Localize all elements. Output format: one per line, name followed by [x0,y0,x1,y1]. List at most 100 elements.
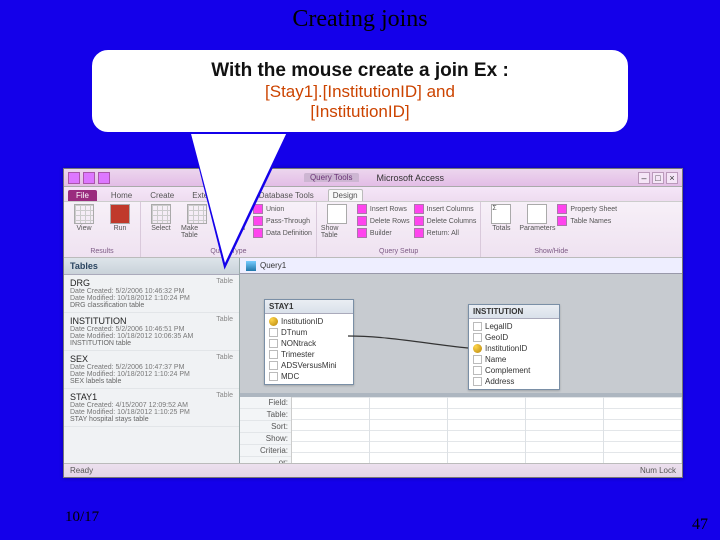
navigation-pane[interactable]: Tables TableDRGDate Created: 5/2/2006 10… [64,258,240,463]
ribbon: View Run Results Select Make Table Appen… [64,202,682,258]
return-button[interactable]: Return: All [414,228,477,238]
minimize-button[interactable]: – [638,172,650,184]
work-area: Tables TableDRGDate Created: 5/2/2006 10… [64,258,682,463]
status-ready: Ready [70,466,93,475]
grid-col[interactable] [604,397,682,463]
field-icon [473,333,482,342]
grid-col[interactable] [526,397,604,463]
save-icon[interactable] [83,172,95,184]
status-numlock: Num Lock [640,466,676,475]
union-button[interactable]: Union [253,204,312,214]
group-label-showhide: Show/Hide [485,247,617,255]
passthrough-button[interactable]: Pass-Through [253,216,312,226]
insertrows-button[interactable]: Insert Rows [357,204,410,214]
ribbon-group-results: View Run Results [64,202,141,257]
grid-row-label: Criteria: [240,445,291,457]
access-app-window: Query Tools Microsoft Access – □ × File … [63,168,683,478]
grid-col[interactable] [448,397,526,463]
table-stay1-header[interactable]: STAY1 [265,300,353,314]
slide-page-number: 47 [692,516,708,534]
key-icon [473,344,482,353]
totals-button[interactable]: ΣTotals [485,204,517,232]
field-item[interactable]: InstitutionID [267,316,351,327]
window-titlebar: Query Tools Microsoft Access – □ × [64,169,682,187]
deleterows-button[interactable]: Delete Rows [357,216,410,226]
callout-line1: With the mouse create a join Ex : [104,60,616,82]
field-icon [269,328,278,337]
group-label-querysetup: Query Setup [321,247,477,255]
qbe-grid[interactable]: Field:Table:Sort:Show:Criteria:or: [240,393,682,463]
field-item[interactable]: InstitutionID [471,343,557,354]
app-name: Microsoft Access [377,173,445,183]
datadef-button[interactable]: Data Definition [253,228,312,238]
key-icon [269,317,278,326]
close-button[interactable]: × [666,172,678,184]
status-bar: Ready Num Lock [64,463,682,477]
insertcols-button[interactable]: Insert Columns [414,204,477,214]
access-icon [68,172,80,184]
field-icon [473,366,482,375]
field-icon [473,355,482,364]
nav-item[interactable]: TableDRGDate Created: 5/2/2006 10:46:32 … [64,275,239,313]
run-button[interactable]: Run [104,204,136,232]
tab-file[interactable]: File [68,190,97,201]
grid-row-label: Table: [240,409,291,421]
nav-item[interactable]: TableSTAY1Date Created: 4/15/2007 12:09:… [64,389,239,427]
field-item[interactable]: ADSVersusMini [267,360,351,371]
grid-col[interactable] [292,397,370,463]
grid-col[interactable] [370,397,448,463]
tab-home[interactable]: Home [107,190,136,201]
field-icon [269,350,278,359]
view-button[interactable]: View [68,204,100,232]
field-icon [473,322,482,331]
relationship-canvas[interactable]: STAY1 InstitutionIDDTnumNONtrackTrimeste… [240,274,682,393]
select-button[interactable]: Select [145,204,177,232]
tablenames-button[interactable]: Table Names [557,216,617,226]
nav-item[interactable]: TableSEXDate Created: 5/2/2006 10:47:37 … [64,351,239,389]
field-item[interactable]: DTnum [267,327,351,338]
join-line[interactable] [348,334,468,352]
query-design-area: Query1 STAY1 InstitutionIDDTnumNONtrackT… [240,258,682,463]
table-institution[interactable]: INSTITUTION LegalIDGeoIDInstitutionIDNam… [468,304,560,390]
undo-icon[interactable] [98,172,110,184]
nav-item[interactable]: TableINSTITUTIONDate Created: 5/2/2006 1… [64,313,239,351]
callout-line3: [InstitutionID] [104,102,616,122]
ribbon-group-querysetup: Show Table Insert Rows Delete Rows Build… [317,202,482,257]
table-institution-header[interactable]: INSTITUTION [469,305,559,319]
field-item[interactable]: GeoID [471,332,557,343]
field-item[interactable]: Trimester [267,349,351,360]
field-item[interactable]: MDC [267,371,351,382]
tab-dbtools[interactable]: Database Tools [255,190,318,201]
field-icon [269,361,278,370]
callout-line2: [Stay1].[InstitutionID] and [104,82,616,102]
field-item[interactable]: Address [471,376,557,387]
table-stay1[interactable]: STAY1 InstitutionIDDTnumNONtrackTrimeste… [264,299,354,385]
field-item[interactable]: NONtrack [267,338,351,349]
tab-design[interactable]: Design [328,189,363,201]
deletecols-button[interactable]: Delete Columns [414,216,477,226]
field-icon [269,339,278,348]
group-label-results: Results [68,247,136,255]
ribbon-tabs: File Home Create External Data Database … [64,187,682,202]
field-icon [473,377,482,386]
maketable-button[interactable]: Make Table [181,204,213,239]
propsheet-button[interactable]: Property Sheet [557,204,617,214]
query-tab[interactable]: Query1 [240,258,682,274]
ribbon-group-showhide: ΣTotals Parameters Property Sheet Table … [481,202,621,257]
field-icon [269,372,278,381]
maximize-button[interactable]: □ [652,172,664,184]
grid-row-label: Field: [240,397,291,409]
showtable-button[interactable]: Show Table [321,204,353,239]
field-item[interactable]: LegalID [471,321,557,332]
quick-access-toolbar[interactable] [68,172,110,184]
field-item[interactable]: Complement [471,365,557,376]
nav-header[interactable]: Tables [64,258,239,275]
parameters-button[interactable]: Parameters [521,204,553,232]
grid-row-label: Sort: [240,421,291,433]
contextual-tab-querytools: Query Tools [304,173,359,182]
slide-date: 10/17 [65,509,99,526]
builder-button[interactable]: Builder [357,228,410,238]
grid-row-label: Show: [240,433,291,445]
tab-create[interactable]: Create [146,190,178,201]
field-item[interactable]: Name [471,354,557,365]
